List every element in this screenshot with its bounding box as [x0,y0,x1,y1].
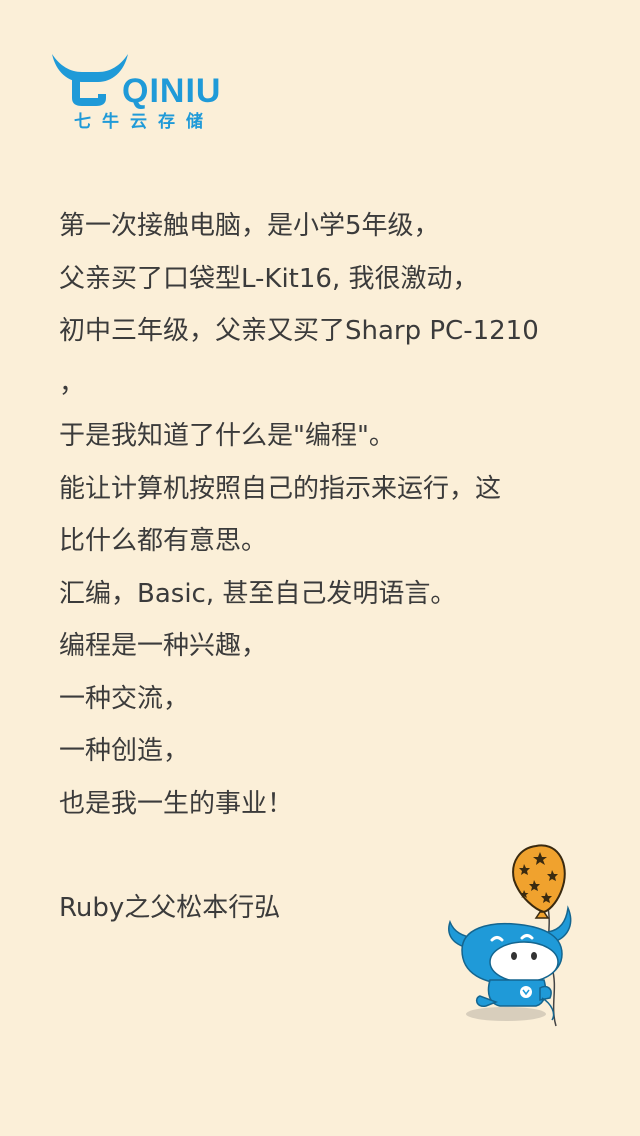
poem-author: Ruby之父松本行弘 [59,893,281,923]
brand-subtitle: 七牛云存储 [74,112,214,132]
poem-line: 第一次接触电脑，是小学5年级， [59,211,440,241]
poem-line: 一种交流， [59,683,190,714]
qiniu-bull-logo-icon [52,54,128,106]
qiniu-logo: QINIU 七牛云存储 [50,48,250,138]
poem-line: 父亲买了口袋型L-Kit16, 我很激动， [59,263,479,294]
poem-line: 能让计算机按照自己的指示来运行，这 [59,473,502,504]
poem-line: 初中三年级，父亲又买了Sharp PC-1210 [59,316,539,346]
poem-line: 比什么都有意思。 [59,526,268,556]
poem-line: 于是我知道了什么是"编程"。 [59,421,395,451]
brand-name: QINIU [122,72,222,110]
poem-line: 编程是一种兴趣， [59,631,268,661]
bull-mascot-with-balloon-icon [440,838,590,1038]
poem-line: 汇编，Basic, 甚至自己发明语言。 [59,578,457,609]
poem-line: 也是我一生的事业！ [59,788,294,819]
poem: 第一次接触电脑，是小学5年级， 父亲买了口袋型L-Kit16, 我很激动， 初中… [59,200,589,830]
poem-line: 一种创造， [59,736,190,766]
poem-line: ， [59,368,86,399]
